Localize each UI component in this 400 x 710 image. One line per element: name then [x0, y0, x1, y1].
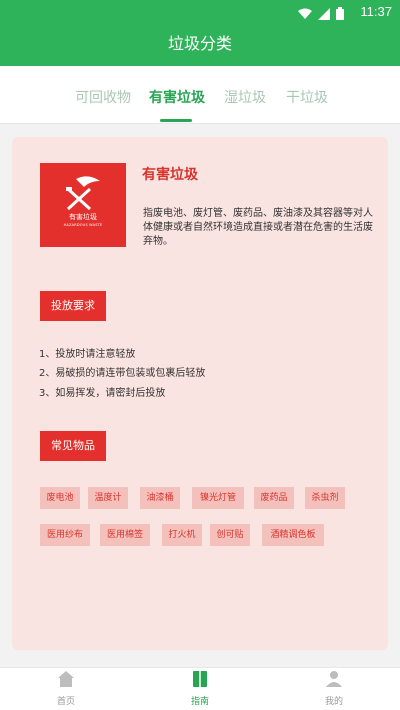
item-chip[interactable]: 镍光灯管	[192, 487, 244, 509]
nav-label: 指南	[190, 697, 209, 707]
tab-hazardous[interactable]: 有害垃圾	[149, 87, 205, 107]
item-chip[interactable]: 废电池	[40, 487, 80, 509]
item-chip[interactable]: 创可贴	[210, 524, 250, 546]
nav-label: 我的	[324, 697, 343, 707]
tab-recyclable[interactable]: 可回收物	[75, 87, 131, 107]
hazardous-logo: 有害垃圾 HAZARDOUS WASTE	[40, 163, 126, 247]
logo-text-en: HAZARDOUS WASTE	[63, 223, 103, 227]
item-chip[interactable]: 油漆桶	[140, 487, 180, 509]
requirement-item: 3、如易挥发，请密封后投放	[39, 388, 166, 399]
nav-home[interactable]: 首页	[36, 670, 96, 707]
nav-guide[interactable]: 指南	[170, 670, 230, 707]
signal-icon	[318, 5, 330, 24]
category-description: 指废电池、废灯管、废药品、废油漆及其容器等对人体健康或者自然环境造成直接或者潜在…	[143, 208, 373, 247]
nav-label: 首页	[56, 697, 75, 707]
item-chip[interactable]: 杀虫剂	[305, 487, 345, 509]
logo-text-cn: 有害垃圾	[69, 213, 97, 221]
status-bar: 11:37	[0, 0, 400, 24]
common-items-heading: 常见物品	[40, 431, 106, 461]
requirement-item: 2、易破损的请连带包装或包裹后轻放	[39, 368, 206, 379]
category-tabs: 可回收物 有害垃圾 湿垃圾 干垃圾	[0, 66, 400, 124]
tab-wet[interactable]: 湿垃圾	[224, 87, 266, 107]
bottom-nav: 首页 指南 我的	[0, 667, 400, 710]
hazardous-bin-icon	[66, 176, 100, 211]
page-title: 垃圾分类	[0, 24, 400, 66]
status-icons	[298, 5, 344, 24]
category-title: 有害垃圾	[142, 167, 198, 183]
item-chip[interactable]: 打火机	[162, 524, 202, 546]
home-icon	[57, 671, 75, 692]
guide-icon	[191, 671, 209, 692]
status-time: 11:37	[360, 4, 392, 19]
wifi-icon	[298, 5, 312, 24]
profile-icon	[325, 671, 343, 692]
nav-profile[interactable]: 我的	[304, 670, 364, 707]
battery-icon	[336, 5, 344, 24]
item-chip[interactable]: 温度计	[88, 487, 128, 509]
requirements-heading: 投放要求	[40, 291, 106, 321]
tab-dry[interactable]: 干垃圾	[286, 87, 328, 107]
item-chip[interactable]: 废药品	[254, 487, 294, 509]
requirement-item: 1、投放时请注意轻放	[39, 349, 136, 360]
item-chip[interactable]: 医用棉签	[100, 524, 150, 546]
item-chip[interactable]: 医用纱布	[40, 524, 90, 546]
active-tab-indicator	[160, 119, 192, 122]
item-chip[interactable]: 酒精调色板	[262, 524, 324, 546]
